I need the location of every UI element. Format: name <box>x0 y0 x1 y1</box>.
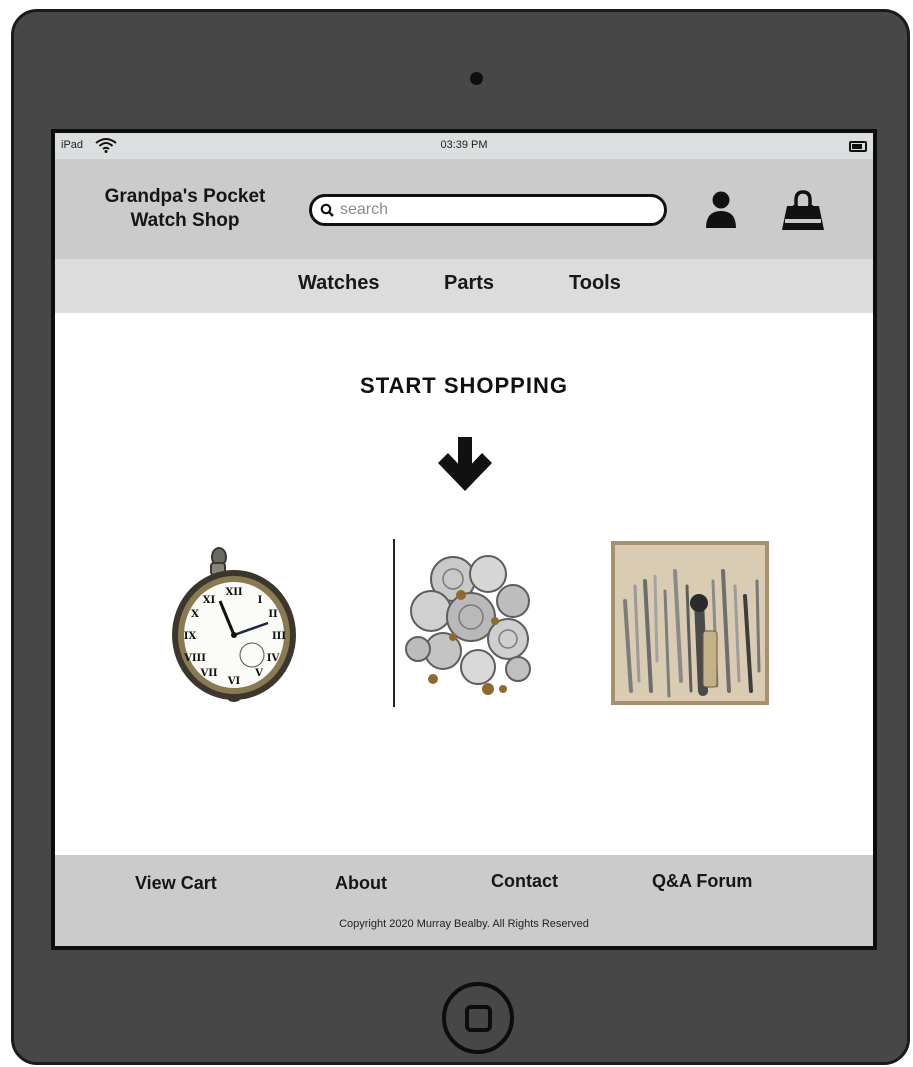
copyright-text: Copyright 2020 Murray Bealby. All Rights… <box>339 918 589 930</box>
pocket-watch-image[interactable]: XII III VI IX I II IV V VII VIII X XI <box>167 543 299 703</box>
camera-icon <box>470 72 483 85</box>
svg-text:IV: IV <box>267 653 280 664</box>
start-shopping-heading: START SHOPPING <box>360 373 568 398</box>
user-icon[interactable] <box>703 190 739 230</box>
svg-text:V: V <box>254 668 263 679</box>
brand-logo[interactable]: Grandpa's Pocket Watch Shop <box>75 185 295 233</box>
footer-link-about[interactable]: About <box>335 873 387 894</box>
footer-link-qa-forum[interactable]: Q&A Forum <box>652 871 752 892</box>
svg-text:III: III <box>272 631 286 642</box>
search-icon <box>320 203 334 217</box>
footer: View Cart About Contact Q&A Forum Copyri… <box>55 855 873 946</box>
nav-item-tools[interactable]: Tools <box>569 272 621 295</box>
status-time: 03:39 PM <box>440 139 488 151</box>
search-bar[interactable] <box>309 194 667 226</box>
svg-text:IX: IX <box>184 631 197 642</box>
svg-text:I: I <box>258 595 263 606</box>
shopping-bag-icon[interactable] <box>779 189 827 233</box>
watch-parts-image[interactable] <box>393 539 539 707</box>
screen: iPad 03:39 PM Grandpa's Pocket Watch Sho… <box>51 129 877 950</box>
brand-line-2: Watch Shop <box>130 210 240 231</box>
footer-link-view-cart[interactable]: View Cart <box>135 873 217 894</box>
svg-text:X: X <box>191 609 199 620</box>
svg-text:II: II <box>268 609 278 620</box>
watch-tools-image[interactable] <box>611 541 769 705</box>
search-input[interactable] <box>340 201 640 219</box>
svg-text:VI: VI <box>227 676 241 687</box>
nav-item-parts[interactable]: Parts <box>444 272 494 295</box>
battery-icon <box>849 141 867 152</box>
arrow-down-icon <box>438 437 492 491</box>
nav-item-watches[interactable]: Watches <box>298 272 380 295</box>
category-nav: Watches Parts Tools <box>55 259 873 313</box>
home-square-icon <box>464 1004 492 1032</box>
status-bar: iPad 03:39 PM <box>55 133 873 159</box>
svg-text:VIII: VIII <box>183 653 206 664</box>
brand-line-1: Grandpa's Pocket <box>104 186 266 207</box>
header: Grandpa's Pocket Watch Shop <box>55 159 873 259</box>
svg-text:VII: VII <box>199 668 217 679</box>
svg-text:XII: XII <box>225 587 242 598</box>
home-button[interactable] <box>442 982 514 1054</box>
svg-text:XI: XI <box>203 595 216 606</box>
footer-link-contact[interactable]: Contact <box>491 871 558 892</box>
